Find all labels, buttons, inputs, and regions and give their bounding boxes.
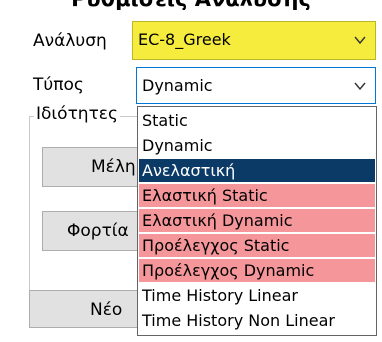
analysis-select-value: EC-8_Greek: [138, 30, 231, 49]
chevron-down-icon: [354, 82, 366, 91]
type-option[interactable]: Static: [139, 109, 375, 132]
new-button[interactable]: Νέο: [29, 290, 141, 328]
members-button[interactable]: Μέλη: [42, 147, 142, 187]
loads-button[interactable]: Φορτία: [42, 211, 142, 251]
type-option[interactable]: Προέλεγχος Dynamic: [139, 259, 375, 282]
loads-button-label: Φορτία: [67, 221, 129, 241]
type-option[interactable]: Προέλεγχος Static: [139, 234, 375, 257]
type-option[interactable]: Time History Linear: [139, 284, 375, 307]
members-button-label: Μέλη: [91, 157, 136, 177]
new-button-label: Νέο: [90, 300, 123, 320]
type-option[interactable]: Ελαστική Dynamic: [139, 209, 375, 232]
analysis-select[interactable]: EC-8_Greek: [132, 21, 376, 60]
type-option[interactable]: Ελαστική Static: [139, 184, 375, 207]
type-select-value: Dynamic: [142, 76, 213, 95]
window-title: Ρυθμίσεις Ανάλυσης: [0, 0, 382, 10]
chevron-down-icon: [354, 36, 366, 45]
type-label: Τύπος: [33, 75, 84, 95]
type-option[interactable]: Dynamic: [139, 134, 375, 157]
type-select[interactable]: Dynamic: [136, 67, 376, 104]
type-dropdown-list[interactable]: Static Dynamic Ανελαστική Ελαστική Static Ελ…: [137, 106, 377, 336]
analysis-label: Ανάλυση: [33, 31, 107, 51]
type-option[interactable]: Time History Non Linear: [139, 309, 375, 332]
type-option[interactable]: Ανελαστική: [139, 159, 375, 182]
properties-group-label: Ιδιότητες: [34, 104, 120, 124]
